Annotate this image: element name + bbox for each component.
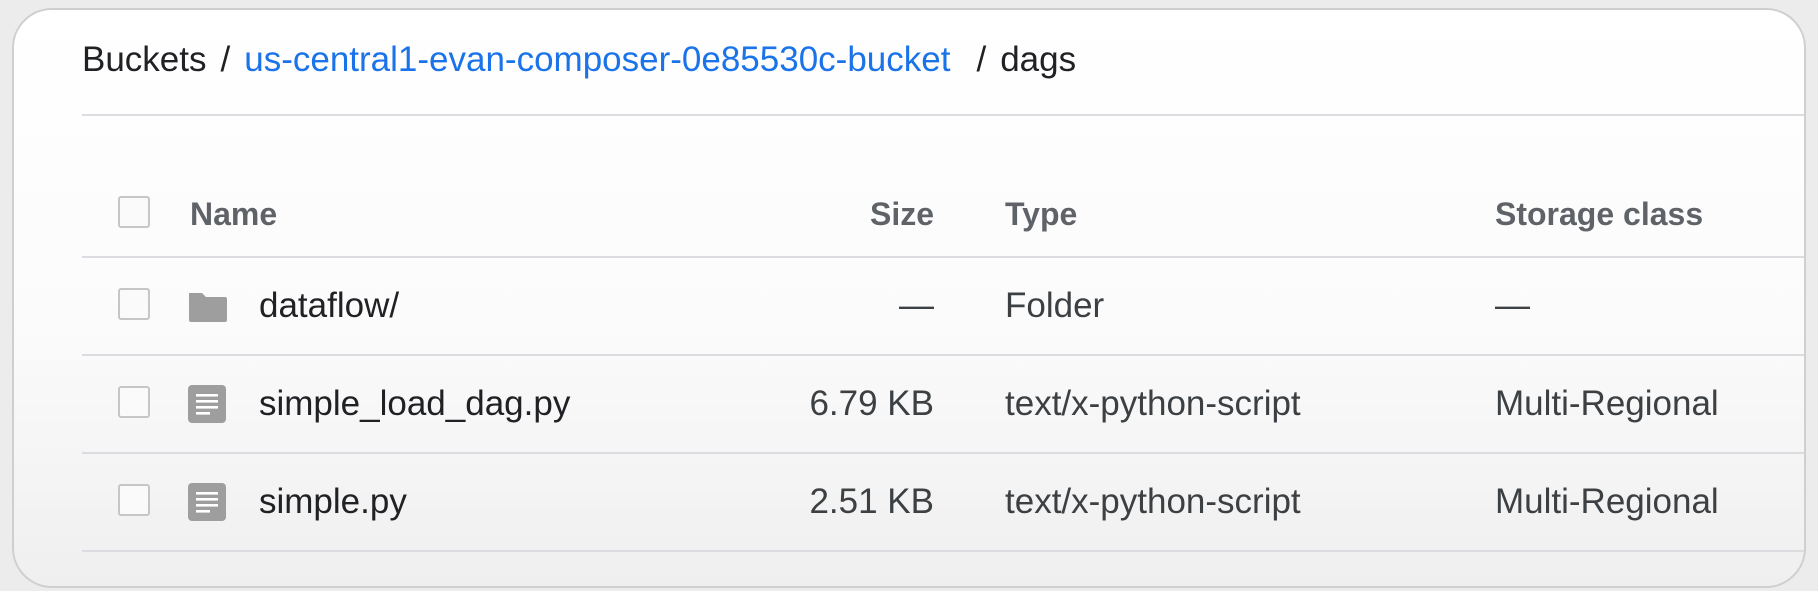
- select-all-checkbox[interactable]: [118, 196, 150, 228]
- folder-icon: [186, 258, 228, 354]
- object-type: text/x-python-script: [1005, 482, 1301, 521]
- object-type: text/x-python-script: [1005, 384, 1301, 423]
- row-checkbox[interactable]: [118, 288, 150, 320]
- column-header-storage-class[interactable]: Storage class: [1495, 172, 1703, 256]
- object-size: —: [899, 286, 934, 325]
- object-name-link[interactable]: simple.py: [259, 454, 407, 550]
- object-storage-class: —: [1495, 286, 1530, 325]
- breadcrumb-separator: /: [220, 40, 231, 79]
- column-header-type[interactable]: Type: [1005, 172, 1077, 256]
- object-storage-class: Multi-Regional: [1495, 384, 1719, 423]
- object-size: 2.51 KB: [809, 482, 934, 521]
- table-row[interactable]: simple.py 2.51 KB text/x-python-script M…: [82, 454, 1804, 552]
- breadcrumb-separator: /: [976, 40, 987, 79]
- table-row[interactable]: simple_load_dag.py 6.79 KB text/x-python…: [82, 356, 1804, 454]
- bucket-browser-panel: Buckets / us-central1-evan-composer-0e85…: [12, 8, 1806, 588]
- breadcrumb-current-folder: dags: [1000, 40, 1077, 79]
- breadcrumb-buckets[interactable]: Buckets: [82, 40, 207, 80]
- header-divider: [82, 114, 1804, 116]
- object-name-link[interactable]: dataflow/: [259, 258, 399, 354]
- object-size: 6.79 KB: [809, 384, 934, 423]
- file-icon: [186, 454, 228, 550]
- object-storage-class: Multi-Regional: [1495, 482, 1719, 521]
- column-header-size[interactable]: Size: [870, 172, 934, 256]
- table-row[interactable]: dataflow/ — Folder —: [82, 258, 1804, 356]
- objects-table: Name Size Type Storage class dataflow/ —…: [82, 172, 1804, 552]
- file-icon: [186, 356, 228, 452]
- column-header-name[interactable]: Name: [190, 172, 277, 256]
- breadcrumb: Buckets / us-central1-evan-composer-0e85…: [82, 32, 1076, 88]
- row-checkbox[interactable]: [118, 386, 150, 418]
- object-type: Folder: [1005, 286, 1105, 325]
- breadcrumb-bucket-link[interactable]: us-central1-evan-composer-0e85530c-bucke…: [244, 40, 950, 80]
- object-name-link[interactable]: simple_load_dag.py: [259, 356, 570, 452]
- row-checkbox[interactable]: [118, 484, 150, 516]
- table-header-row: Name Size Type Storage class: [82, 172, 1804, 258]
